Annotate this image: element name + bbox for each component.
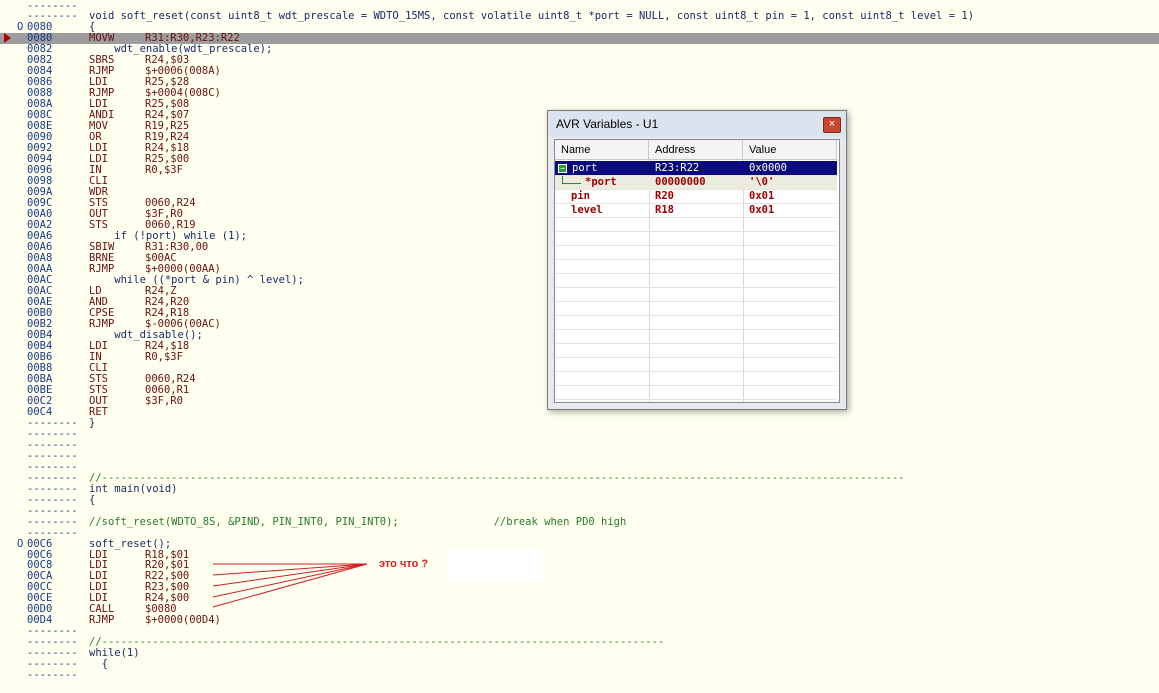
column-header-value[interactable]: Value	[743, 140, 837, 160]
row-divider	[555, 385, 837, 386]
annotation-arrow	[212, 563, 368, 587]
variable-row[interactable]: pin R20 0x01	[555, 189, 837, 203]
row-divider	[555, 175, 837, 176]
variable-value: 0x01	[749, 190, 775, 202]
row-divider	[555, 357, 837, 358]
row-divider	[555, 287, 837, 288]
row-divider	[555, 231, 837, 232]
row-divider	[555, 217, 837, 218]
annotation-arrow	[212, 563, 368, 598]
variable-value: '\0'	[749, 176, 775, 188]
variable-name: *port	[585, 176, 617, 188]
column-header-address[interactable]: Address	[649, 140, 743, 160]
variable-row[interactable]: *port 00000000 '\0'	[555, 175, 837, 189]
variable-name: level	[571, 204, 603, 216]
variable-name: port	[572, 162, 598, 174]
row-divider	[555, 203, 837, 204]
variables-grid[interactable]: Name Address Value − port R23:R22 0x0000 *po…	[554, 139, 840, 403]
variable-address: R23:R22	[655, 162, 700, 174]
redacted-area	[447, 548, 542, 582]
variable-address: R18	[655, 204, 674, 216]
variable-address: R20	[655, 190, 674, 202]
variable-value: 0x01	[749, 204, 775, 216]
variable-row[interactable]: level R18 0x01	[555, 203, 837, 217]
row-divider	[555, 399, 837, 400]
variable-row[interactable]: − port R23:R22 0x0000	[555, 161, 837, 175]
variable-address: 00000000	[655, 176, 706, 188]
column-header-name[interactable]: Name	[555, 140, 649, 160]
collapse-icon[interactable]: −	[558, 164, 567, 173]
row-divider	[555, 371, 837, 372]
row-divider	[555, 315, 837, 316]
window-titlebar[interactable]: AVR Variables - U1 ×	[548, 111, 846, 137]
annotation-arrow	[212, 563, 368, 576]
close-icon[interactable]: ×	[823, 117, 841, 133]
row-divider	[555, 273, 837, 274]
tree-connector	[562, 175, 581, 184]
row-divider	[555, 189, 837, 190]
variable-value: 0x0000	[749, 162, 787, 174]
annotation-label: это что ?	[379, 558, 429, 570]
avr-variables-window[interactable]: AVR Variables - U1 × Name Address Value …	[547, 110, 847, 410]
row-divider	[555, 343, 837, 344]
row-divider	[555, 301, 837, 302]
annotation-arrow	[212, 563, 368, 608]
window-title: AVR Variables - U1	[556, 117, 659, 131]
row-divider	[555, 329, 837, 330]
row-divider	[555, 245, 837, 246]
row-divider	[555, 259, 837, 260]
variable-name: pin	[571, 190, 590, 202]
